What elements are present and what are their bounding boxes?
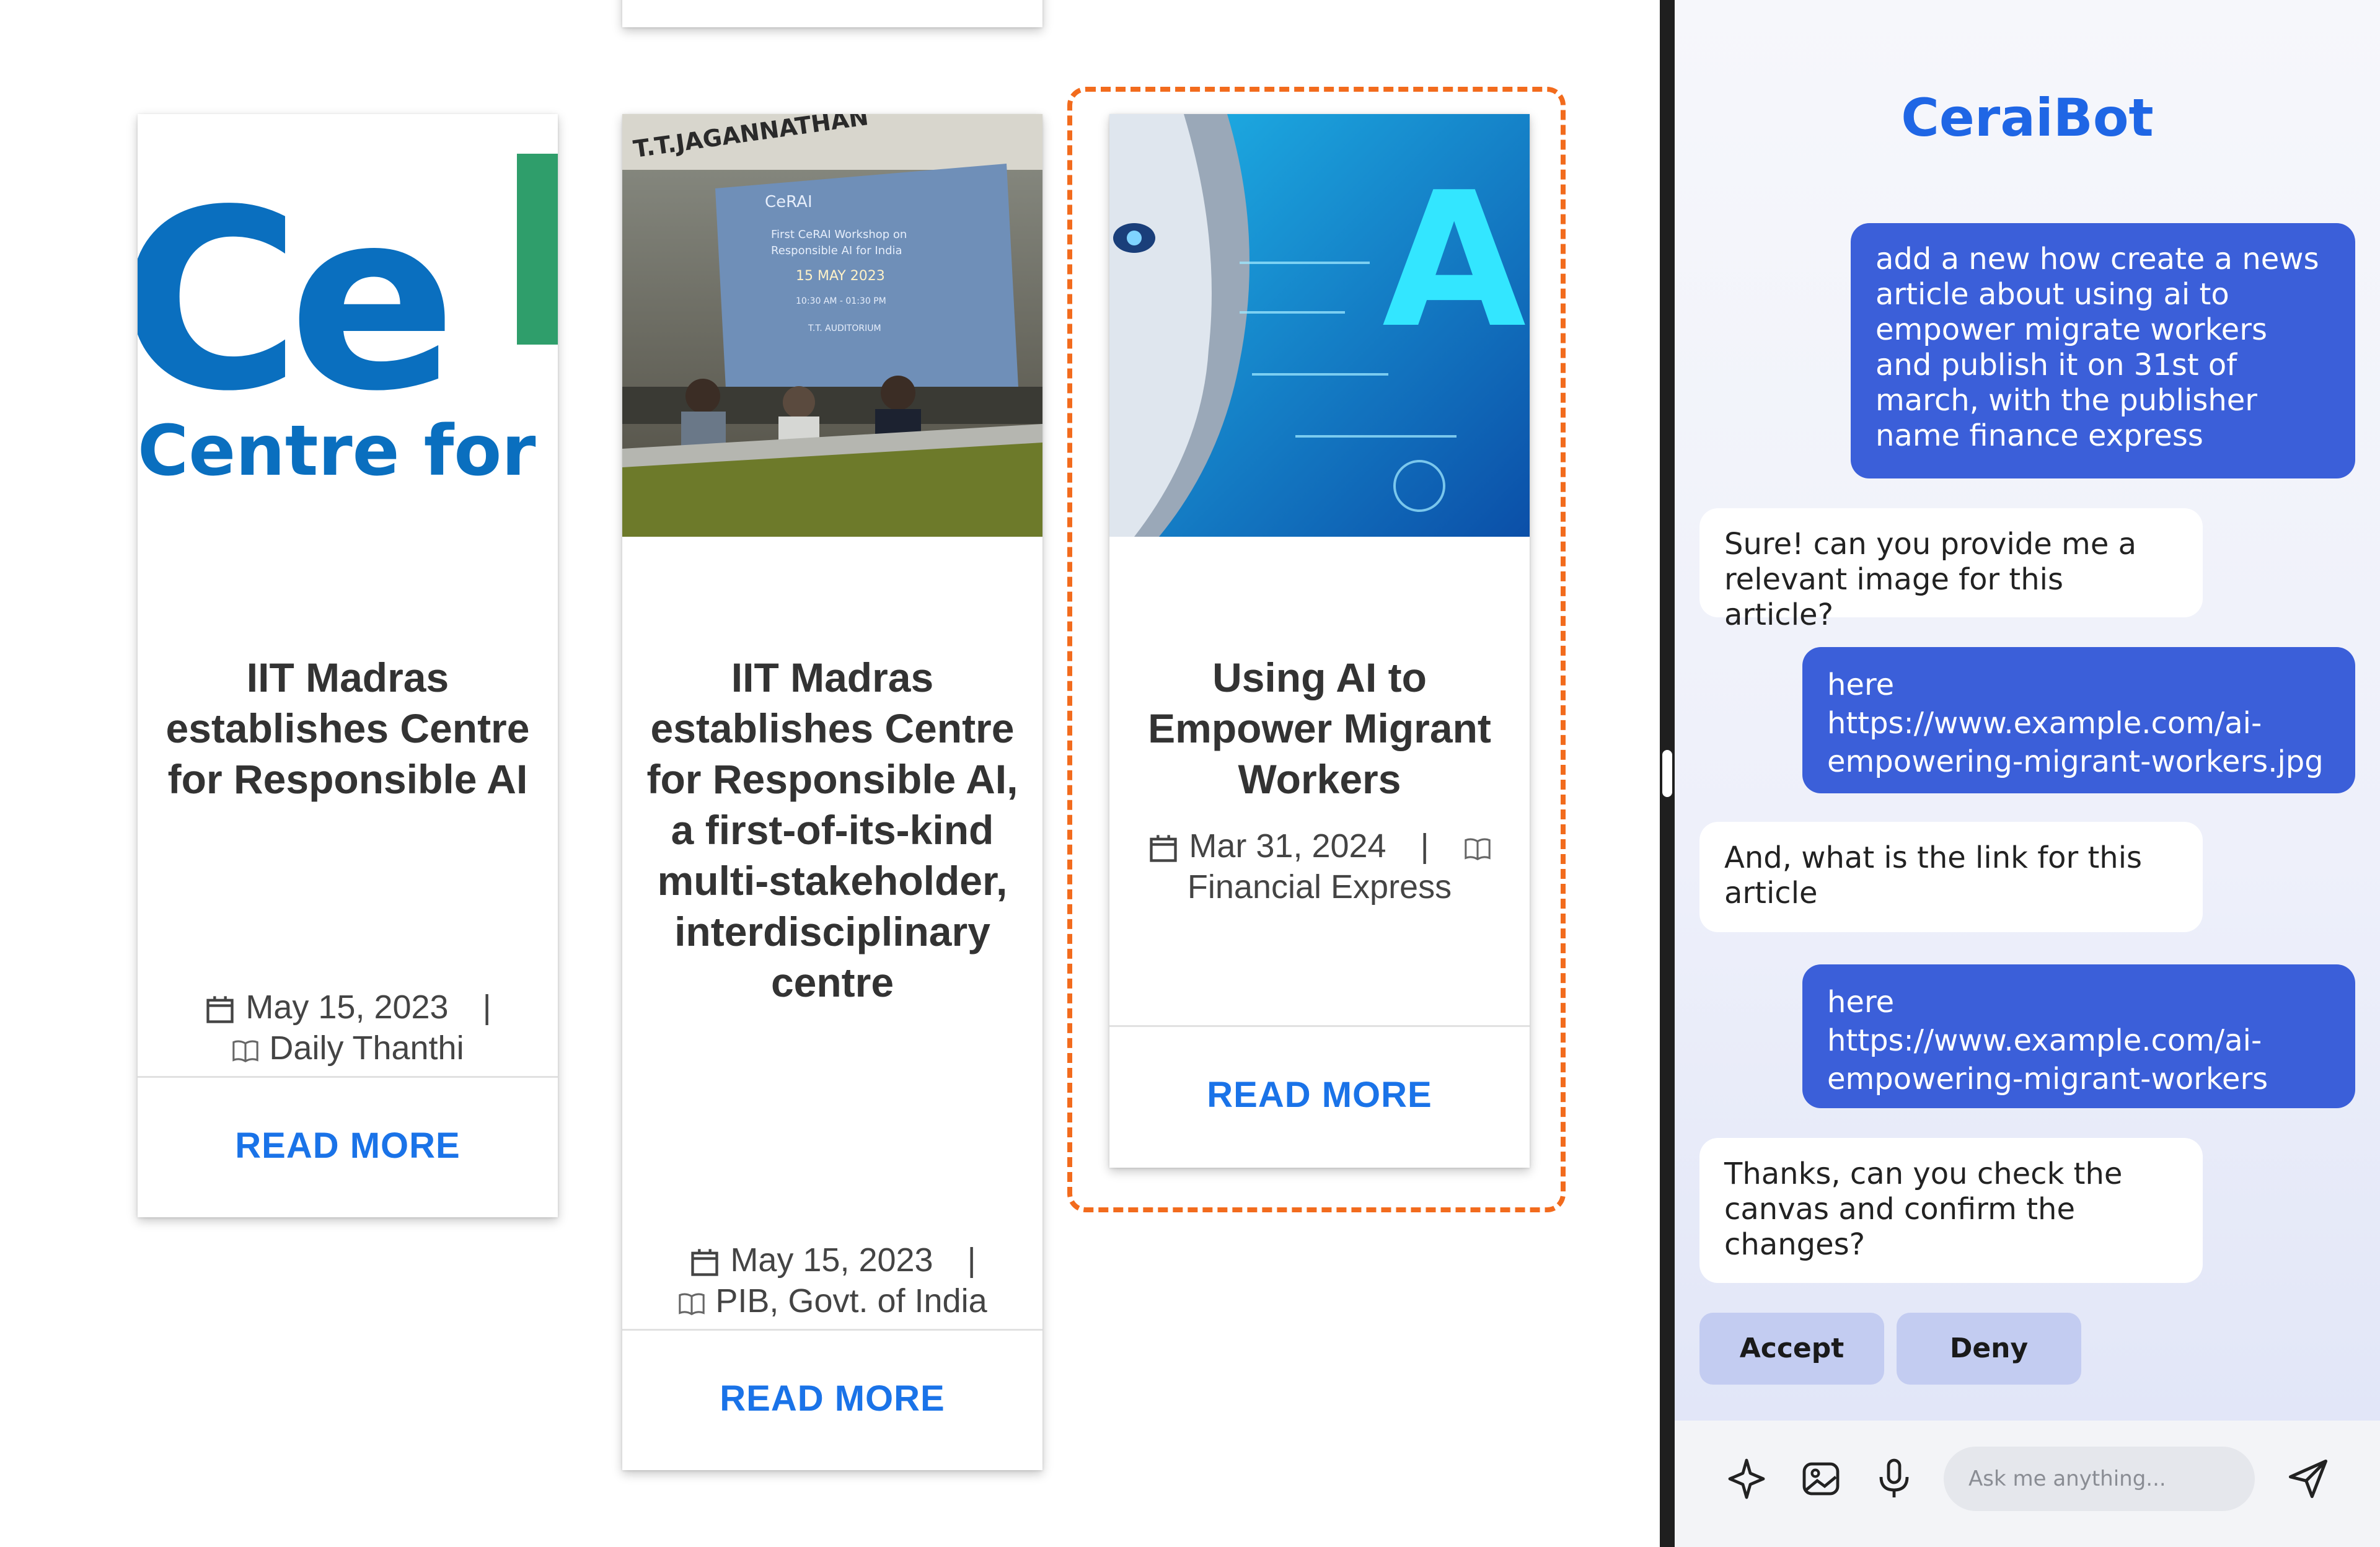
calendar-icon <box>1147 827 1179 865</box>
user-message: here https://www.example.com/ai-empoweri… <box>1802 647 2355 793</box>
article-image: T.T.JAGANNATHAN CeRAI First CeRAI Worksh… <box>622 114 1042 537</box>
article-meta: Mar 31, 2024 | Financial Express <box>1128 826 1511 907</box>
article-title: IIT Madras establishes Centre for Respon… <box>165 654 530 802</box>
article-card: Ce Centre for R IIT Madras establishes C… <box>138 114 558 1217</box>
chatbot-panel: CeraiBot add a new how create a news art… <box>1675 0 2380 1547</box>
resize-handle[interactable] <box>1662 750 1672 797</box>
article-card-new[interactable]: A Using AI to Empower Migrant Workers Ma… <box>1109 114 1530 1168</box>
bot-message: Thanks, can you check the canvas and con… <box>1699 1138 2203 1283</box>
ai-robot-image: A <box>1109 114 1530 537</box>
screen-line: CeRAI <box>765 193 813 211</box>
screen-line: First CeRAI Workshop on <box>771 228 907 241</box>
meta-separator: | <box>1420 827 1429 865</box>
chat-input[interactable] <box>1944 1447 2255 1511</box>
logo-text: Ce <box>138 157 447 446</box>
read-more-button[interactable]: READ MORE <box>138 1124 558 1168</box>
read-more-button[interactable]: READ MORE <box>622 1377 1042 1421</box>
send-icon[interactable] <box>2283 1454 2333 1504</box>
book-icon <box>231 1029 260 1067</box>
article-publisher: PIB, Govt. of India <box>715 1282 987 1320</box>
article-meta: May 15, 2023 | Daily Thanthi <box>156 987 539 1069</box>
article-card-partial <box>622 0 1042 27</box>
accept-button[interactable]: Accept <box>1699 1313 1884 1385</box>
logo-subtext: Centre for R <box>138 411 558 491</box>
article-card: T.T.JAGANNATHAN CeRAI First CeRAI Worksh… <box>622 114 1042 1470</box>
cerai-logo-image: Ce Centre for R <box>138 114 558 537</box>
screen-line: T.T. AUDITORIUM <box>808 324 881 333</box>
article-meta: May 15, 2023 | PIB, Govt. of India <box>641 1240 1024 1321</box>
card-divider <box>1109 1025 1530 1027</box>
article-date: May 15, 2023 <box>245 989 449 1026</box>
article-image: A <box>1109 114 1530 537</box>
article-title: IIT Madras establishes Centre for Respon… <box>646 654 1018 1005</box>
screen-line: 10:30 AM - 01:30 PM <box>796 296 886 306</box>
article-date: Mar 31, 2024 <box>1189 827 1386 865</box>
book-icon <box>1463 827 1492 865</box>
read-more-button[interactable]: READ MORE <box>1109 1073 1530 1117</box>
article-publisher: Daily Thanthi <box>269 1029 464 1067</box>
screen-line: 15 MAY 2023 <box>796 268 885 284</box>
article-date: May 15, 2023 <box>730 1241 933 1279</box>
bot-message: Sure! can you provide me a relevant imag… <box>1699 508 2203 632</box>
user-message: here https://www.example.com/ai-empoweri… <box>1802 964 2355 1108</box>
calendar-icon <box>204 989 236 1026</box>
image-icon[interactable] <box>1796 1454 1846 1504</box>
deny-button[interactable]: Deny <box>1897 1313 2081 1385</box>
workshop-photo: T.T.JAGANNATHAN CeRAI First CeRAI Worksh… <box>622 114 1042 537</box>
card-divider <box>622 1329 1042 1331</box>
bot-message: And, what is the link for this article <box>1699 822 2203 932</box>
chatbot-title: CeraiBot <box>1901 87 2154 148</box>
chat-input-bar <box>1675 1421 2380 1547</box>
card-divider <box>138 1076 558 1078</box>
article-title: Using AI to Empower Migrant Workers <box>1148 654 1491 802</box>
microphone-icon[interactable] <box>1869 1454 1919 1504</box>
screen-line: Responsible AI for India <box>771 244 902 257</box>
sparkle-icon[interactable] <box>1722 1454 1771 1504</box>
article-publisher: Financial Express <box>1187 868 1452 906</box>
calendar-icon <box>689 1241 721 1279</box>
user-message: add a new how create a news article abou… <box>1851 223 2355 478</box>
image-letter: A <box>1382 152 1527 369</box>
meta-separator: | <box>482 989 491 1026</box>
meta-separator: | <box>967 1241 976 1279</box>
article-image: Ce Centre for R <box>138 114 558 537</box>
article-canvas: Ce Centre for R IIT Madras establishes C… <box>0 0 1660 1547</box>
book-icon <box>677 1282 706 1320</box>
